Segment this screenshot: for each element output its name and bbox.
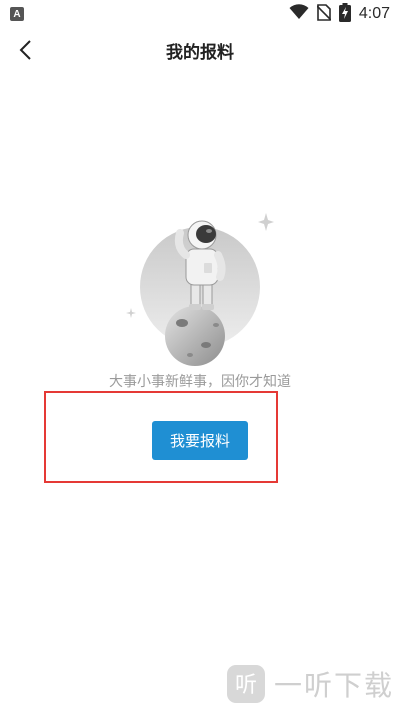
header: 我的报料	[0, 28, 400, 76]
astronaut-illustration	[120, 205, 280, 370]
screen: A 4:07 我的报料 大事小事新鲜事，因你才知道 我要报料 听 一听下载	[0, 0, 400, 712]
status-right: 4:07	[289, 2, 390, 26]
report-button[interactable]: 我要报料	[152, 421, 248, 460]
status-left: A	[10, 7, 24, 21]
empty-state-message: 大事小事新鲜事，因你才知道	[109, 374, 291, 390]
status-bar: A 4:07	[0, 0, 400, 28]
battery-charging-icon	[338, 2, 351, 26]
watermark-logo-icon: 听	[226, 665, 265, 703]
status-time: 4:07	[358, 5, 390, 22]
no-sim-icon	[316, 3, 332, 25]
watermark-logo-char: 听	[235, 673, 257, 698]
wifi-icon	[289, 4, 309, 24]
watermark-text: 一听下载	[273, 669, 394, 702]
app-badge-icon: A	[10, 7, 24, 21]
page-title: 我的报料	[166, 43, 234, 63]
watermark: 听 一听下载	[226, 664, 394, 704]
